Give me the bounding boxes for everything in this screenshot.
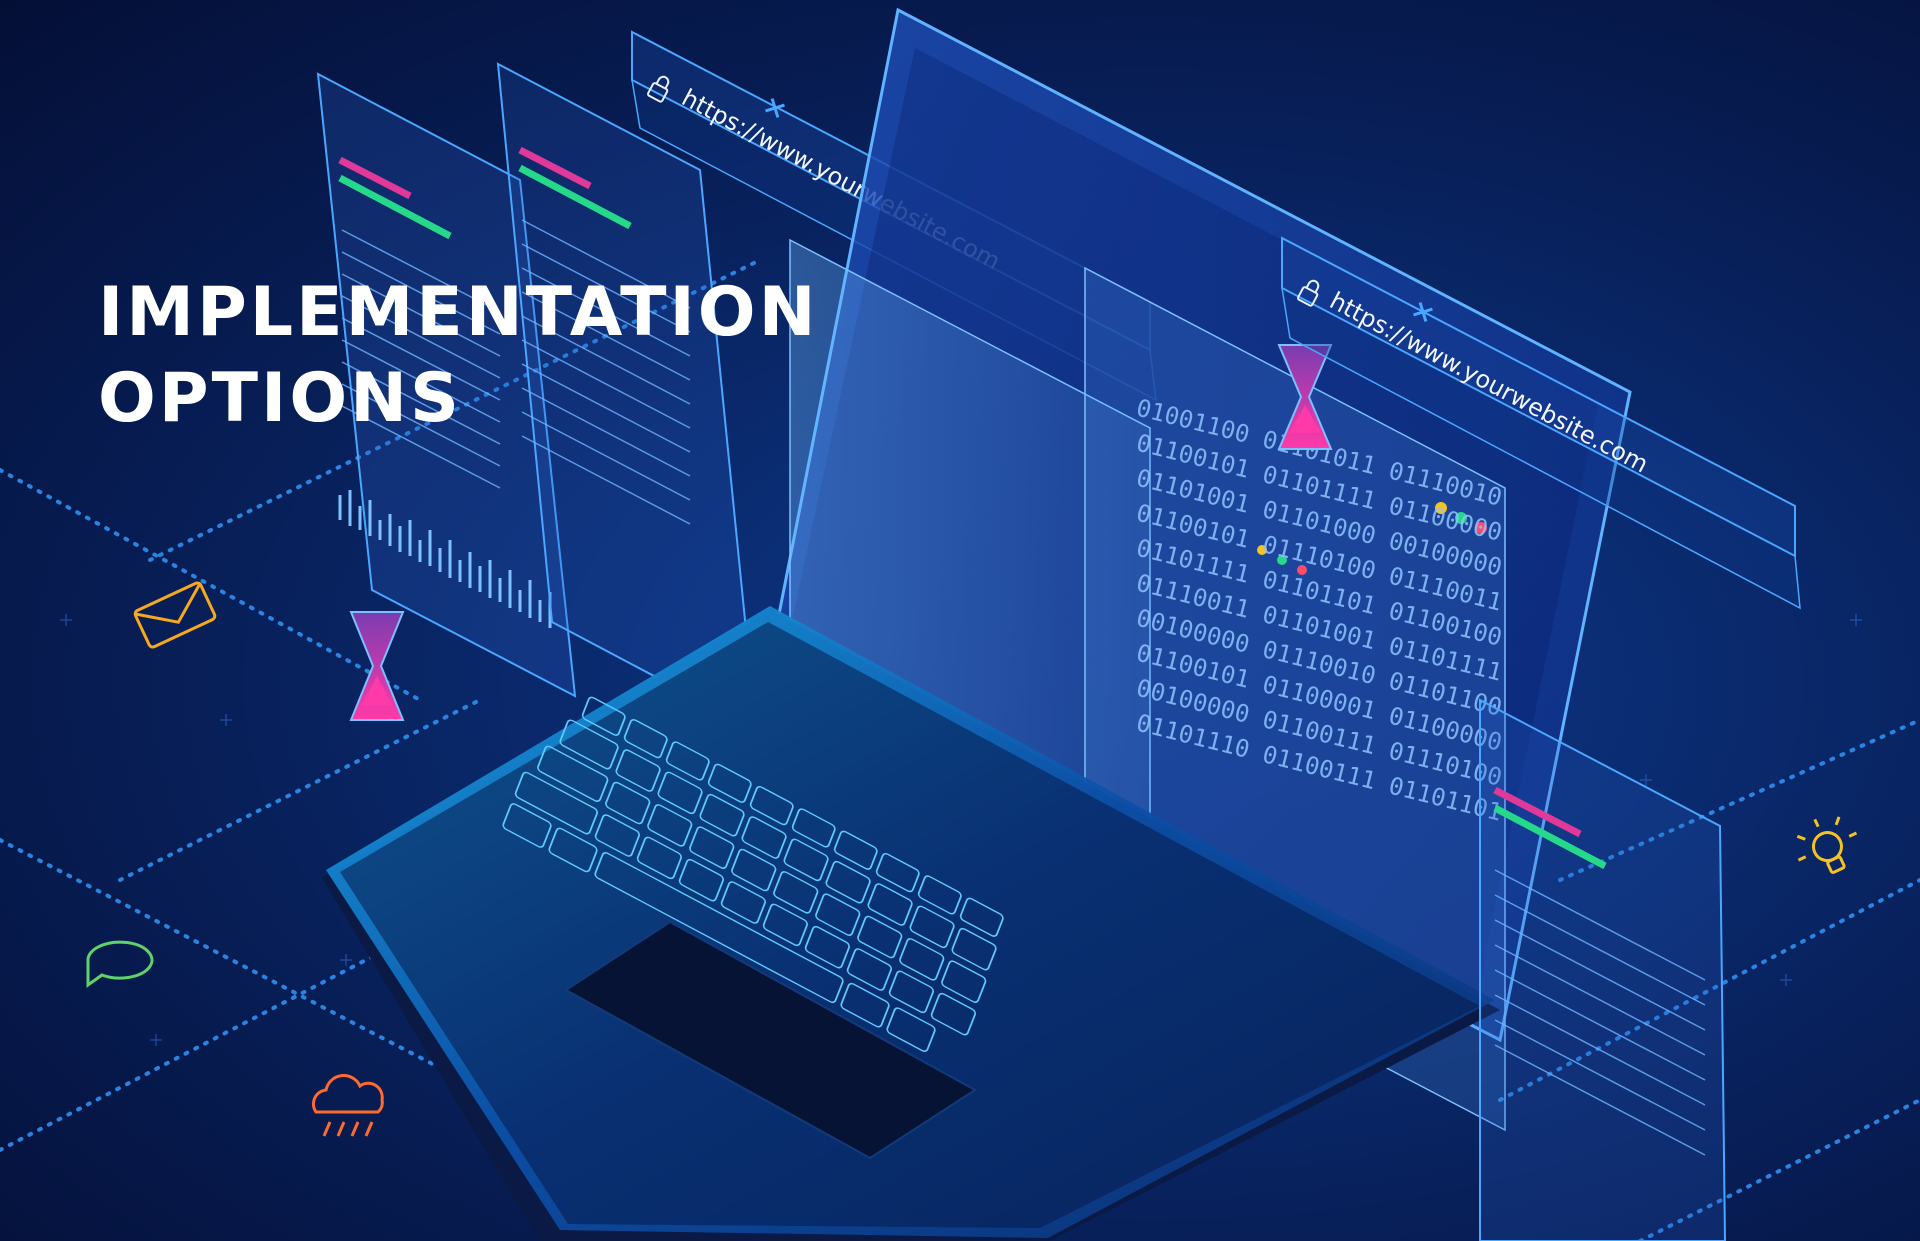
envelope-icon [133, 581, 217, 649]
page-title: IMPLEMENTATION OPTIONS [98, 270, 818, 442]
title-line-1: IMPLEMENTATION [98, 273, 819, 352]
title-line-2: OPTIONS [98, 359, 463, 438]
document-panel-right [1479, 698, 1727, 1241]
chat-bubble-icon [86, 940, 154, 988]
cloud-rain-icon [311, 1074, 384, 1137]
isometric-scene: https://www.yourwebsite.com 01001100 011… [0, 7, 1920, 1241]
lightbulb-icon [1796, 816, 1858, 874]
hero-illustration: https://www.yourwebsite.com 01001100 011… [0, 0, 1920, 1241]
